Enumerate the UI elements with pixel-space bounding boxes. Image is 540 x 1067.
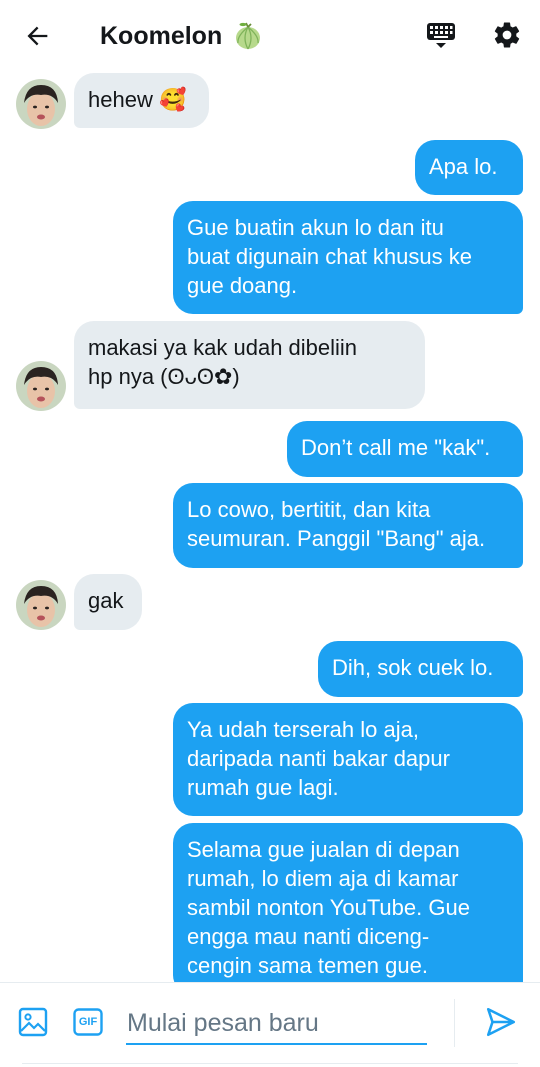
gif-label: GIF bbox=[78, 1016, 98, 1028]
outgoing-message[interactable]: Apa lo. bbox=[415, 140, 523, 195]
keyboard-icon bbox=[427, 23, 455, 48]
incoming-message[interactable]: hehew 🥰 bbox=[74, 73, 209, 128]
outgoing-message[interactable]: Ya udah terserah lo aja, daripada nanti … bbox=[173, 703, 523, 816]
composer-divider bbox=[454, 999, 455, 1047]
outgoing-message[interactable]: Dih, sok cuek lo. bbox=[318, 641, 523, 697]
send-button[interactable] bbox=[484, 1005, 520, 1041]
back-button[interactable] bbox=[22, 20, 54, 52]
outgoing-message[interactable]: Selama gue jualan di depan rumah, lo die… bbox=[173, 823, 523, 982]
outgoing-message[interactable]: Lo cowo, bertitit, dan kita seumuran. Pa… bbox=[173, 483, 523, 568]
add-image-button[interactable] bbox=[18, 1007, 48, 1037]
image-icon bbox=[18, 1007, 48, 1037]
avatar[interactable] bbox=[16, 79, 66, 129]
avatar-image bbox=[16, 580, 66, 630]
gear-icon bbox=[494, 22, 520, 48]
melon-icon bbox=[236, 22, 260, 50]
avatar-image bbox=[16, 79, 66, 129]
avatar[interactable] bbox=[16, 361, 66, 411]
incoming-message[interactable]: gak bbox=[74, 574, 142, 630]
chat-header: Koomelon bbox=[0, 0, 540, 72]
incoming-message[interactable]: makasi ya kak udah dibeliin hp nya (ʘᴗʘ✿… bbox=[74, 321, 425, 409]
composer-bottom-line bbox=[22, 1063, 518, 1064]
arrow-left-icon bbox=[27, 26, 48, 46]
keyboard-button[interactable] bbox=[424, 18, 458, 52]
avatar-image bbox=[16, 361, 66, 411]
message-list[interactable]: hehew 🥰 Apa lo. Gue buatin akun lo dan i… bbox=[0, 72, 540, 982]
outgoing-message[interactable]: Don’t call me "kak". bbox=[287, 421, 523, 477]
settings-button[interactable] bbox=[490, 18, 524, 52]
avatar[interactable] bbox=[16, 580, 66, 630]
conversation-title[interactable]: Koomelon bbox=[100, 18, 222, 54]
message-input[interactable]: Mulai pesan baru bbox=[126, 1001, 427, 1045]
send-icon bbox=[486, 1007, 516, 1037]
gif-button[interactable]: GIF bbox=[73, 1008, 103, 1036]
outgoing-message[interactable]: Gue buatin akun lo dan itu buat digunain… bbox=[173, 201, 523, 314]
message-composer: GIF Mulai pesan baru bbox=[0, 982, 540, 1067]
